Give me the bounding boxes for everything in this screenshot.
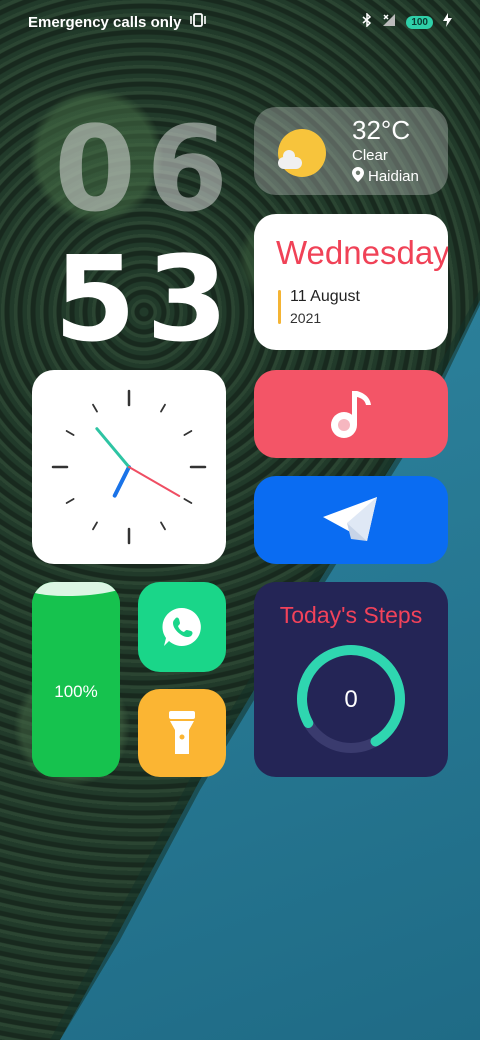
flashlight-app-button[interactable] [138, 689, 226, 777]
charging-icon [443, 13, 452, 31]
clock-hour-hand [112, 465, 131, 498]
steps-count: 0 [344, 686, 358, 713]
date-accent-bar [278, 290, 281, 324]
steps-title: Today's Steps [279, 602, 423, 628]
location-pin-icon [352, 167, 364, 186]
weather-condition: Clear [352, 147, 388, 164]
bluetooth-icon [362, 12, 372, 31]
date-day-month: 11 August [290, 288, 360, 305]
status-bar: Emergency calls only 100 [0, 0, 480, 44]
no-sim-icon [382, 13, 396, 31]
clock-tick [183, 430, 193, 436]
clock-tick [65, 498, 75, 504]
battery-widget[interactable]: 100% [32, 582, 120, 777]
date-year: 2021 [290, 310, 322, 326]
telegram-app-button[interactable] [254, 476, 448, 564]
clock-hours: 06 [54, 100, 239, 238]
clock-tick [92, 403, 98, 413]
clock-minutes: 53 [54, 230, 239, 368]
steps-widget[interactable]: Today's Steps 0 [254, 582, 448, 777]
clock-second-hand [128, 466, 181, 497]
analog-clock-face [51, 389, 207, 545]
clock-tick [160, 403, 166, 413]
battery-fill [32, 582, 120, 777]
weather-temperature: 32°C [352, 115, 411, 145]
flashlight-icon [169, 711, 195, 754]
date-weekday: Wednesday [276, 234, 448, 271]
vibrate-icon [189, 13, 207, 31]
music-icon [331, 391, 371, 438]
cloud-icon [278, 150, 302, 169]
weather-widget[interactable]: 32°C Clear Haidian [254, 107, 448, 195]
analog-clock-widget[interactable] [32, 370, 226, 564]
clock-tick [92, 521, 98, 531]
status-text: Emergency calls only [28, 13, 182, 31]
music-app-button[interactable] [254, 370, 448, 458]
clock-tick [65, 430, 75, 436]
telegram-icon [323, 497, 377, 541]
clock-minute-hand [95, 427, 131, 469]
weather-location-label: Haidian [368, 168, 419, 185]
date-widget[interactable]: Wednesday 11 August 2021 [254, 214, 448, 350]
clock-tick [160, 521, 166, 531]
whatsapp-app-button[interactable] [138, 582, 226, 672]
battery-icon: 100 [406, 15, 433, 29]
battery-percent: 100% [54, 682, 98, 701]
weather-location: Haidian [352, 167, 419, 186]
clock-tick [183, 498, 193, 504]
whatsapp-icon [162, 607, 201, 646]
